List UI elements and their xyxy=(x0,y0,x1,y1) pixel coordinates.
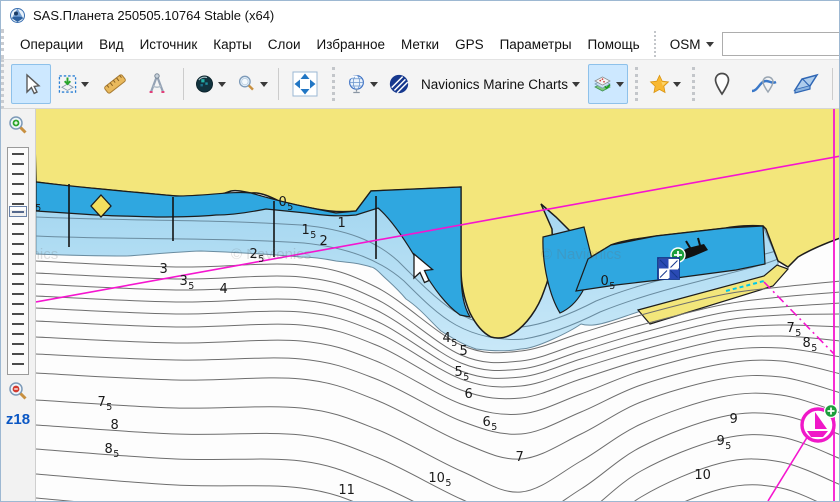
add-placemark-button[interactable] xyxy=(702,64,742,104)
chevron-down-icon xyxy=(81,82,89,87)
menu-items: ОперацииВидИсточникКартыСлоиИзбранноеМет… xyxy=(12,33,648,56)
favorites-button[interactable] xyxy=(645,64,685,104)
dark-sphere-icon xyxy=(194,71,215,97)
compass-divider-icon xyxy=(144,71,170,97)
zoom-in-icon xyxy=(7,115,29,137)
map-source-label: OSM xyxy=(670,37,701,52)
menu-item[interactable]: GPS xyxy=(447,33,492,56)
measure-compass-button[interactable] xyxy=(137,64,177,104)
marine-chart: © Navionics © Navionics © Navionics xyxy=(36,109,839,501)
map-type-dropdown-label[interactable]: Navionics Marine Charts xyxy=(421,77,568,92)
menu-item[interactable]: Карты xyxy=(205,33,259,56)
path-tool-icon xyxy=(750,71,778,97)
menu-item[interactable]: Параметры xyxy=(492,33,580,56)
add-path-button[interactable] xyxy=(744,64,784,104)
layers-icon xyxy=(592,71,613,97)
polygon-tool-icon xyxy=(792,71,820,97)
content-area: z18 xyxy=(1,109,839,501)
application-window: SAS.Планета 250505.10764 Stable (x64) Оп… xyxy=(0,0,840,502)
magnifier-icon xyxy=(236,71,257,97)
menu-item[interactable]: Избранное xyxy=(309,33,393,56)
menu-item[interactable]: Вид xyxy=(91,33,131,56)
title-bar: SAS.Планета 250505.10764 Stable (x64) xyxy=(1,1,839,29)
zoom-panel: z18 xyxy=(1,109,36,501)
placemark-pin-icon xyxy=(710,71,734,97)
menu-bar: ОперацииВидИсточникКартыСлоиИзбранноеМет… xyxy=(1,29,839,59)
globe-icon xyxy=(346,71,367,97)
dark-sphere-button[interactable] xyxy=(190,64,230,104)
zoom-slider[interactable] xyxy=(7,147,29,375)
fullscreen-arrows-icon xyxy=(292,71,318,97)
fullscreen-button[interactable] xyxy=(285,64,325,104)
chevron-down-icon xyxy=(706,42,714,47)
zoom-level-label: z18 xyxy=(1,411,35,428)
main-toolbar: Navionics Marine Charts xyxy=(1,59,839,109)
star-icon xyxy=(649,70,670,98)
layers-button[interactable] xyxy=(588,64,628,104)
svg-text:© Navionics: © Navionics xyxy=(36,246,58,263)
zoom-out-button[interactable] xyxy=(5,379,31,405)
go-to-button[interactable] xyxy=(342,64,382,104)
menu-item[interactable]: Операции xyxy=(12,33,91,56)
navionics-logo-icon xyxy=(388,72,410,96)
select-cursor-button[interactable] xyxy=(11,64,51,104)
app-icon xyxy=(9,7,26,24)
menu-item[interactable]: Источник xyxy=(132,33,206,56)
chevron-down-icon xyxy=(616,82,624,87)
zoom-slider-ticks xyxy=(12,153,24,369)
zoom-magnifier-button[interactable] xyxy=(232,64,272,104)
chevron-down-icon xyxy=(218,82,226,87)
add-polygon-button[interactable] xyxy=(786,64,826,104)
ruler-icon xyxy=(102,71,128,97)
chevron-down-icon xyxy=(370,82,378,87)
search-input[interactable] xyxy=(722,32,840,56)
chevron-down-icon xyxy=(260,82,268,87)
toolbar-separator xyxy=(183,68,184,100)
toolbar-separator xyxy=(832,68,833,100)
chevron-down-icon xyxy=(673,82,681,87)
svg-text:© Navionics: © Navionics xyxy=(541,246,621,263)
toolbar-separator xyxy=(278,68,279,100)
zoom-slider-handle[interactable] xyxy=(9,206,27,217)
selection-layer-icon xyxy=(57,71,78,97)
map-canvas[interactable]: © Navionics © Navionics © Navionics 05 0… xyxy=(36,109,839,501)
menu-separator xyxy=(654,31,656,57)
toolbar-grip xyxy=(692,67,695,101)
menu-item[interactable]: Помощь xyxy=(580,33,648,56)
menu-item[interactable]: Метки xyxy=(393,33,447,56)
cursor-arrow-icon xyxy=(19,72,43,96)
map-source-dropdown[interactable]: OSM xyxy=(662,34,723,55)
toolbar-grip xyxy=(332,67,335,101)
toolbar-grip xyxy=(635,67,638,101)
chevron-down-icon xyxy=(572,82,580,87)
navionics-logo-button[interactable] xyxy=(384,64,414,104)
zoom-in-button[interactable] xyxy=(5,113,31,139)
zoom-out-icon xyxy=(7,381,29,403)
selection-to-layer-button[interactable] xyxy=(53,64,93,104)
menu-item[interactable]: Слои xyxy=(260,33,309,56)
ruler-button[interactable] xyxy=(95,64,135,104)
svg-text:© Navionics: © Navionics xyxy=(231,246,311,263)
marina-checker-box xyxy=(658,258,679,279)
window-title: SAS.Планета 250505.10764 Stable (x64) xyxy=(33,8,274,23)
